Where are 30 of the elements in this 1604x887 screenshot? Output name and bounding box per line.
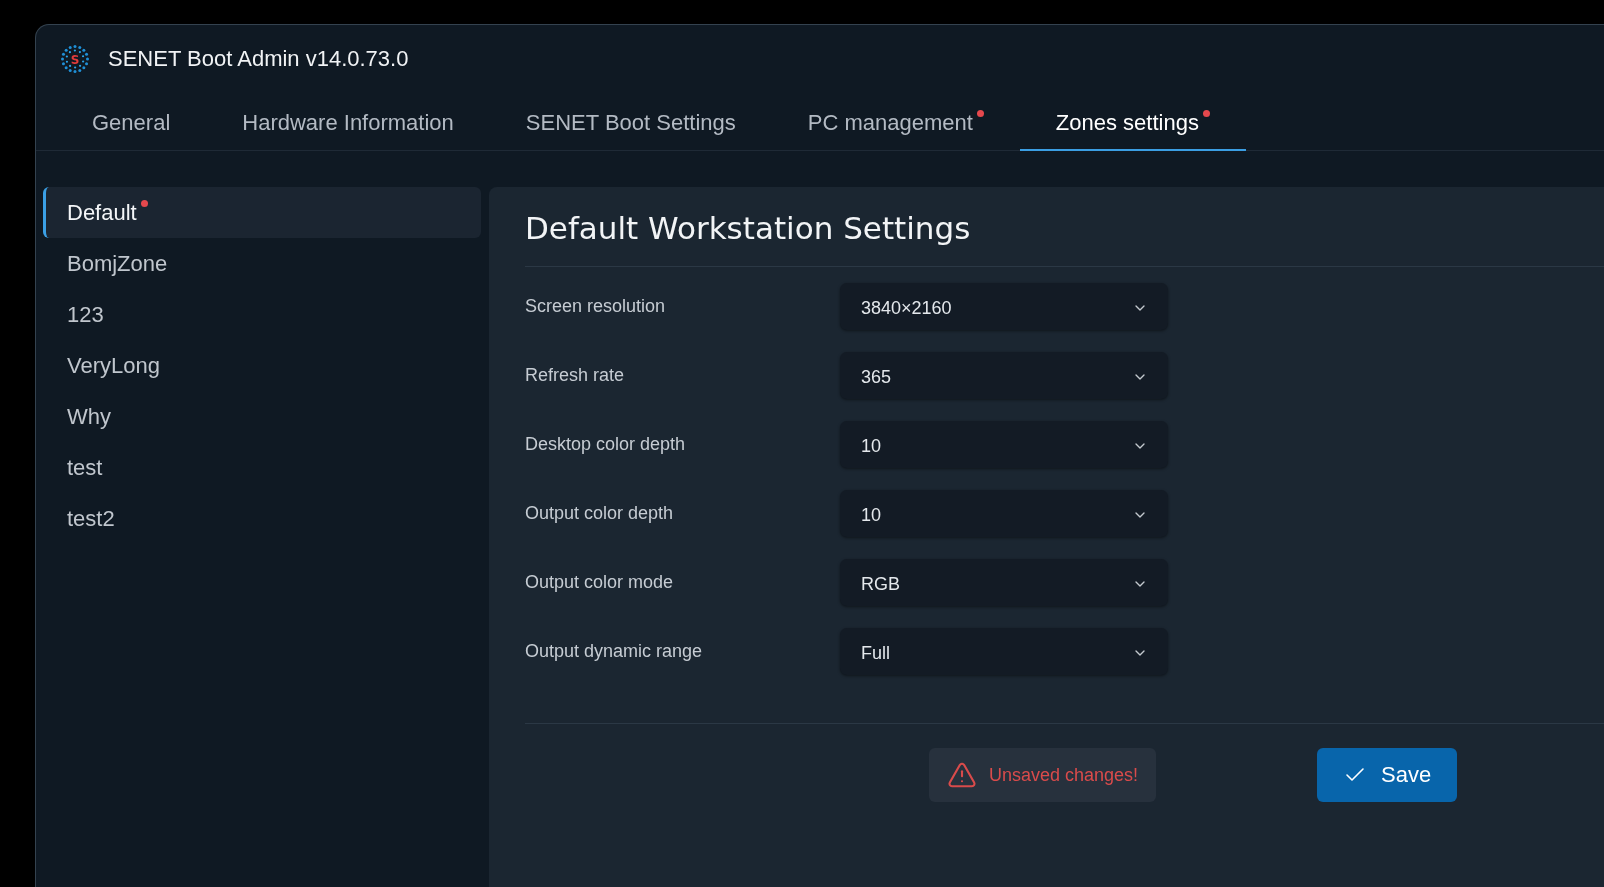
sidebar-item[interactable]: Default — [43, 187, 481, 238]
setting-label: Output dynamic range — [525, 641, 704, 662]
save-button[interactable]: Save — [1317, 748, 1458, 802]
setting-label: Output color depth — [525, 503, 675, 524]
dropdown[interactable]: RGB — [840, 559, 1168, 606]
setting-label: Screen resolution — [525, 296, 667, 317]
tab[interactable]: Zones settings — [1019, 92, 1246, 151]
sidebar-item[interactable]: VeryLong — [43, 340, 481, 391]
app-logo: S — [60, 43, 90, 74]
tab[interactable]: SENET Boot Settings — [489, 92, 772, 151]
panel-title: Default Workstation Settings — [525, 209, 971, 248]
notice-text: Unsaved changes! — [989, 764, 1139, 786]
setting-label: Desktop color depth — [525, 434, 687, 455]
tab[interactable]: PC management — [771, 92, 1020, 151]
setting-label: Refresh rate — [525, 365, 626, 386]
sidebar-item[interactable]: 123 — [43, 289, 481, 340]
dropdown[interactable]: Full — [840, 628, 1168, 675]
tab[interactable]: General — [56, 92, 207, 151]
setting-label: Output color mode — [525, 572, 675, 593]
dropdown[interactable]: 365 — [840, 352, 1168, 399]
sidebar-item[interactable]: Why — [43, 391, 481, 442]
dropdown[interactable]: 10 — [840, 490, 1168, 537]
sidebar-item[interactable]: test — [43, 442, 481, 493]
tab[interactable]: Hardware Information — [206, 92, 490, 151]
dropdown[interactable]: 10 — [840, 421, 1168, 468]
sidebar-item[interactable]: BomjZone — [43, 238, 481, 289]
sidebar-item[interactable]: test2 — [43, 493, 481, 544]
dropdown[interactable]: 3840×2160 — [840, 283, 1168, 330]
window-title: SENET Boot Admin v14.0.73.0 — [108, 45, 409, 72]
warning-icon — [947, 760, 977, 790]
